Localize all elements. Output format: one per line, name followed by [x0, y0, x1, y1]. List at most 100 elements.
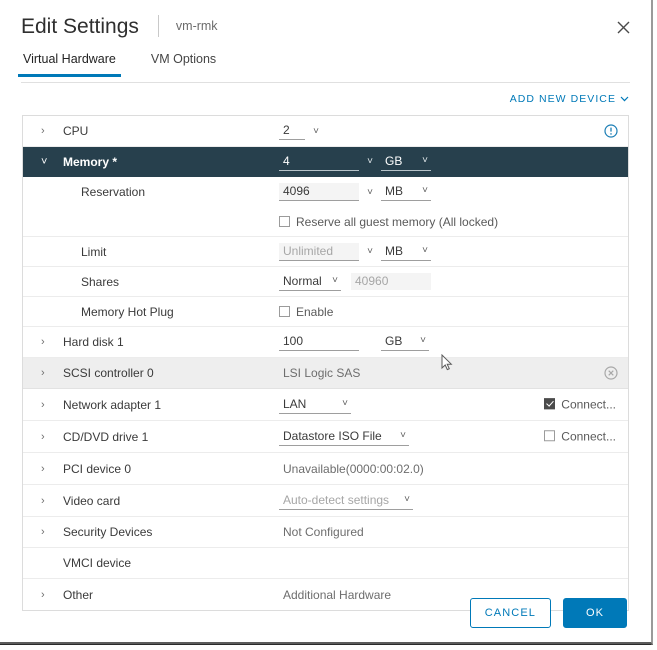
remove-icon[interactable]	[604, 366, 618, 380]
info-icon[interactable]	[604, 124, 618, 138]
table-row-memory-hot-plug[interactable]: Memory Hot Plug Enable	[23, 297, 628, 327]
pci-device-value: Unavailable(0000:00:02.0)	[283, 461, 424, 476]
network-adapter-connect-checkbox[interactable]: Connect...	[544, 397, 616, 411]
tab-vm-options[interactable]: VM Options	[149, 52, 218, 76]
table-row-shares[interactable]: Shares Normal ˅ 40960	[23, 267, 628, 297]
limit-unit-select[interactable]: MB ˅	[381, 243, 431, 261]
cd-dvd-connect-checkbox[interactable]: Connect...	[544, 429, 616, 443]
expand-scsi-controller-icon[interactable]: ›	[41, 367, 57, 379]
network-adapter-select[interactable]: LAN ˅	[279, 396, 351, 414]
title-divider	[157, 15, 159, 37]
row-label-network-adapter-1: Network adapter 1	[63, 397, 162, 412]
table-row-reserve-all[interactable]: Reserve all guest memory (All locked)	[23, 207, 628, 237]
add-new-device-button[interactable]: ADD NEW DEVICE	[510, 93, 629, 105]
close-button[interactable]	[609, 13, 637, 41]
add-new-device-label: ADD NEW DEVICE	[509, 93, 616, 105]
row-label-reservation: Reservation	[81, 185, 146, 199]
video-card-value: Auto-detect settings	[283, 492, 390, 507]
hard-disk-unit-value: GB	[385, 334, 403, 348]
tab-bar: Virtual Hardware VM Options	[18, 52, 630, 83]
memory-controls: 4 ˅ GB ˅	[279, 153, 628, 171]
table-row-scsi-controller-0[interactable]: › SCSI controller 0 LSI Logic SAS	[23, 358, 628, 389]
cancel-button[interactable]: CANCEL	[469, 598, 551, 628]
row-label-cpu: CPU	[63, 124, 89, 138]
reserve-all-controls: Reserve all guest memory (All locked)	[279, 215, 628, 229]
table-row-hard-disk-1[interactable]: › Hard disk 1 100 GB ˅	[23, 327, 628, 358]
table-row-security-devices[interactable]: › Security Devices Not Configured	[23, 517, 628, 548]
network-adapter-value: LAN	[283, 396, 307, 411]
memory-hot-plug-enable-label: Enable	[296, 304, 334, 319]
chevron-down-icon: ˅	[422, 244, 428, 256]
memory-hot-plug-enable-checkbox[interactable]: Enable	[279, 305, 333, 319]
memory-unit-value: GB	[385, 153, 403, 168]
shares-level-select[interactable]: Normal ˅	[279, 273, 341, 291]
chevron-down-icon: ˅	[342, 397, 348, 409]
table-row-pci-device-0[interactable]: › PCI device 0 Unavailable(0000:00:02.0)	[23, 453, 628, 485]
cpu-dropdown-chevron-down-icon[interactable]: ˅	[305, 123, 327, 139]
table-row-memory[interactable]: ˅ Memory * 4 ˅ GB ˅	[23, 147, 628, 177]
checkbox-box-icon	[279, 216, 290, 227]
reservation-unit-select[interactable]: MB ˅	[381, 183, 431, 201]
expand-pci-device-icon[interactable]: ›	[41, 463, 57, 475]
cpu-row-actions	[604, 124, 618, 138]
hard-disk-unit-select[interactable]: GB ˅	[381, 333, 429, 351]
chevron-down-icon: ˅	[422, 154, 428, 166]
tab-virtual-hardware[interactable]: Virtual Hardware	[18, 52, 121, 77]
expand-hard-disk-icon[interactable]: ›	[41, 336, 57, 348]
chevron-down-icon: ˅	[404, 493, 410, 505]
video-card-select[interactable]: Auto-detect settings ˅	[279, 492, 413, 510]
video-card-controls: Auto-detect settings ˅	[279, 492, 628, 510]
reserve-all-guest-memory-checkbox[interactable]: Reserve all guest memory (All locked)	[279, 215, 498, 229]
memory-dropdown-chevron-down-icon[interactable]: ˅	[359, 154, 381, 170]
table-row-reservation[interactable]: Reservation 4096 ˅ MB ˅	[23, 177, 628, 207]
row-label-video-card: Video card	[63, 493, 121, 508]
hard-disk-size-input[interactable]: 100	[279, 333, 359, 351]
table-row-limit[interactable]: Limit Unlimited ˅ MB ˅	[23, 237, 628, 267]
cpu-controls: 2 ˅	[279, 122, 628, 140]
memory-unit-select[interactable]: GB ˅	[381, 153, 431, 171]
cpu-count-input[interactable]: 2	[279, 122, 305, 140]
row-label-limit: Limit	[81, 244, 107, 259]
cd-dvd-source-select[interactable]: Datastore ISO File ˅	[279, 428, 409, 446]
vm-name: vm-rmk	[175, 19, 218, 33]
row-label-memory: Memory *	[63, 154, 118, 169]
cd-dvd-connect-cell: Connect...	[544, 429, 616, 445]
checkbox-box-checked-icon	[544, 398, 556, 410]
collapse-memory-icon[interactable]: ˅	[41, 156, 57, 168]
row-label-security-devices: Security Devices	[63, 525, 153, 539]
network-adapter-connect-cell: Connect...	[544, 397, 616, 413]
security-devices-value: Not Configured	[283, 525, 364, 539]
row-label-memory-hot-plug: Memory Hot Plug	[81, 304, 174, 319]
scsi-controller-value: LSI Logic SAS	[283, 366, 361, 380]
close-icon	[617, 21, 629, 33]
table-row-cd-dvd-drive-1[interactable]: › CD/DVD drive 1 Datastore ISO File ˅ Co…	[23, 421, 628, 453]
reservation-input[interactable]: 4096	[279, 183, 359, 201]
chevron-down-icon: ˅	[332, 274, 338, 286]
table-row-network-adapter-1[interactable]: › Network adapter 1 LAN ˅ Connect...	[23, 389, 628, 421]
ok-button[interactable]: OK	[563, 598, 627, 628]
expand-cd-dvd-icon[interactable]: ›	[41, 431, 57, 443]
expand-cpu-icon[interactable]: ›	[41, 125, 57, 137]
expand-network-adapter-icon[interactable]: ›	[41, 399, 57, 411]
row-label-scsi-controller-0: SCSI controller 0	[63, 366, 154, 380]
shares-level-value: Normal	[283, 273, 322, 288]
reservation-dropdown-chevron-down-icon[interactable]: ˅	[359, 184, 381, 200]
network-adapter-connect-label: Connect...	[561, 396, 616, 411]
limit-dropdown-chevron-down-icon[interactable]: ˅	[359, 244, 381, 260]
table-row-vmci-device[interactable]: VMCI device	[23, 548, 628, 579]
checkbox-box-icon	[279, 306, 290, 317]
table-row-video-card[interactable]: › Video card Auto-detect settings ˅	[23, 485, 628, 517]
table-row-cpu[interactable]: › CPU 2 ˅	[23, 116, 628, 147]
hard-disk-controls: 100 GB ˅	[279, 333, 628, 351]
row-label-vmci-device: VMCI device	[63, 556, 132, 570]
limit-input[interactable]: Unlimited	[279, 242, 359, 261]
edit-settings-dialog: Edit Settings vm-rmk Virtual Hardware VM…	[0, 0, 653, 645]
memory-size-input[interactable]: 4	[279, 153, 359, 171]
expand-security-devices-icon[interactable]: ›	[41, 526, 57, 538]
chevron-down-icon: ˅	[420, 335, 426, 346]
page-title: Edit Settings	[21, 14, 139, 38]
expand-video-card-icon[interactable]: ›	[41, 495, 57, 507]
add-device-bar: ADD NEW DEVICE	[0, 83, 651, 115]
row-label-shares: Shares	[81, 274, 120, 289]
reserve-all-label: Reserve all guest memory (All locked)	[296, 214, 499, 229]
